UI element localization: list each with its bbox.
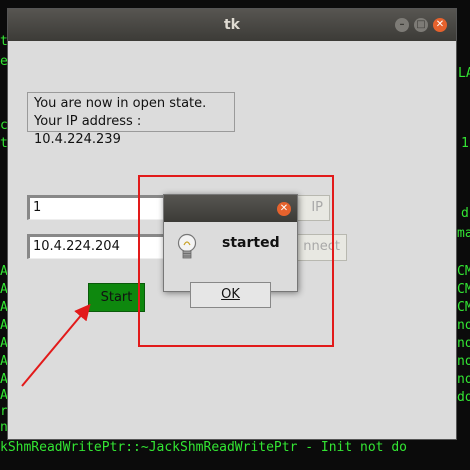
annotation-arrow-icon [21,303,91,387]
